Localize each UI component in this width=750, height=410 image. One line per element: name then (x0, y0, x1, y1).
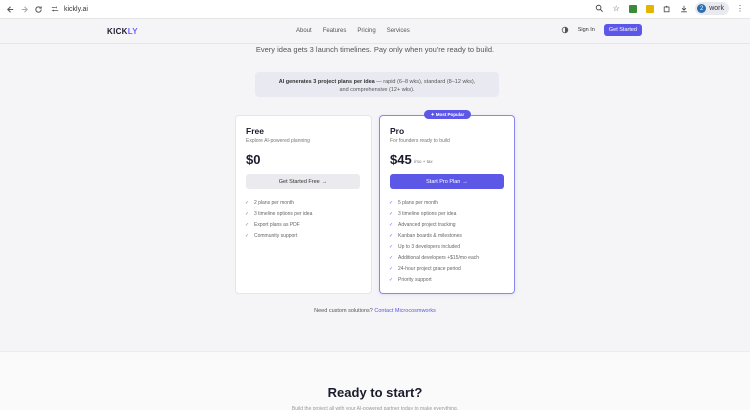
ready-heading: Ready to start? (327, 385, 423, 400)
address-bar[interactable]: kickly.ai (51, 5, 88, 13)
profile-label: work (709, 5, 724, 12)
plan-desc-pro: For founders ready to build (390, 138, 450, 144)
check-icon: ✓ (389, 221, 394, 228)
list-item: ✓ Advanced project tracking (389, 221, 456, 228)
list-item: ✓ Additional developers +$15/mo each (389, 254, 480, 261)
check-icon: ✓ (389, 232, 394, 239)
logo[interactable]: KICKLY (107, 27, 138, 36)
start-pro-plan-label: Start Pro Plan (426, 178, 461, 185)
most-popular-badge: ✦ Most Popular (424, 110, 471, 119)
check-icon: ✓ (245, 232, 250, 239)
bookmark-star-icon[interactable]: ☆ (610, 3, 622, 15)
info-banner-bold: AI generates 3 project plans per idea (278, 79, 375, 85)
ready-subtitle: Build the project all with your AI-power… (291, 406, 459, 410)
list-item: ✓ Priority support (389, 276, 432, 283)
cta-section (0, 351, 750, 410)
plan-desc-free: Explore AI-powered planning (246, 138, 310, 144)
extensions-puzzle-icon[interactable] (661, 3, 673, 15)
extension-green-icon[interactable] (627, 3, 639, 15)
plan-price-free: $0 (246, 152, 261, 167)
plan-name-free: Free (246, 126, 264, 136)
avatar: 2 (697, 4, 707, 13)
list-item: ✓ Export plans as PDF (245, 221, 300, 228)
custom-solutions-text: Need custom solutions? Contact Microcosm… (314, 308, 436, 314)
list-item: ✓ 3 timeline options per idea (389, 210, 457, 217)
zoom-icon[interactable] (593, 3, 605, 15)
check-icon: ✓ (245, 221, 250, 228)
back-icon[interactable] (3, 2, 17, 16)
check-icon: ✓ (389, 199, 394, 206)
more-menu-icon[interactable]: ⋮ (734, 3, 746, 15)
check-icon: ✓ (245, 199, 250, 206)
nav-item-about[interactable]: About (296, 28, 312, 34)
price-suffix-pro: /mo + tax (414, 159, 433, 164)
check-icon: ✓ (389, 276, 394, 283)
plan-price-pro: $45 (390, 152, 412, 167)
contact-link[interactable]: Contact Microcosmworks (374, 308, 435, 314)
reload-icon[interactable] (31, 2, 45, 16)
arrow-right-icon: → (321, 178, 328, 185)
pricing-subtitle: Every idea gets 3 launch timelines. Pay … (255, 45, 495, 54)
check-icon: ✓ (389, 254, 394, 261)
nav-item-pricing[interactable]: Pricing (357, 28, 375, 34)
check-icon: ✓ (389, 243, 394, 250)
info-banner: AI generates 3 project plans per idea — … (255, 72, 499, 97)
plan-name-pro: Pro (390, 126, 405, 136)
nav-item-features[interactable]: Features (323, 28, 347, 34)
list-item: ✓ Community support (245, 232, 298, 239)
get-started-free-label: Get Started Free (278, 178, 320, 185)
feature-list-pro: ✓ 5 plans per month ✓ 3 timeline options p… (389, 197, 479, 285)
site-settings-icon[interactable] (51, 5, 59, 13)
download-icon[interactable] (678, 3, 690, 15)
list-item: ✓ Up to 3 developers included (389, 243, 460, 250)
sign-in-link[interactable]: Sign In (578, 27, 595, 33)
check-icon: ✓ (389, 210, 394, 217)
arrow-right-icon: → (462, 178, 468, 185)
check-icon: ✓ (245, 210, 250, 217)
list-item: ✓ 3 timeline options per idea (245, 210, 313, 217)
profile-button[interactable]: 2 work (695, 2, 729, 15)
get-started-button[interactable]: Get Started (603, 24, 642, 36)
feature-list-free: ✓ 2 plans per month ✓ 3 timeline options p… (245, 197, 312, 241)
nav-item-services[interactable]: Services (387, 28, 410, 34)
main-nav: About Features Pricing Services (296, 28, 410, 34)
list-item: ✓ Kanban boards & milestones (389, 232, 462, 239)
list-item: ✓ 24-hour project grace period (389, 265, 461, 272)
check-icon: ✓ (389, 265, 394, 272)
list-item: ✓ 5 plans per month (389, 199, 439, 206)
url-text[interactable]: kickly.ai (64, 6, 88, 13)
get-started-free-button[interactable]: Get Started Free → (246, 174, 360, 189)
extension-yellow-icon[interactable] (644, 3, 656, 15)
theme-toggle-icon[interactable] (561, 26, 569, 34)
list-item: ✓ 2 plans per month (245, 199, 295, 206)
browser-toolbar: kickly.ai ☆ 2 work ⋮ (0, 0, 750, 19)
site-header: KICKLY About Features Pricing Services S… (0, 19, 750, 44)
forward-icon[interactable] (17, 2, 31, 16)
start-pro-plan-button[interactable]: Start Pro Plan → (390, 174, 504, 189)
